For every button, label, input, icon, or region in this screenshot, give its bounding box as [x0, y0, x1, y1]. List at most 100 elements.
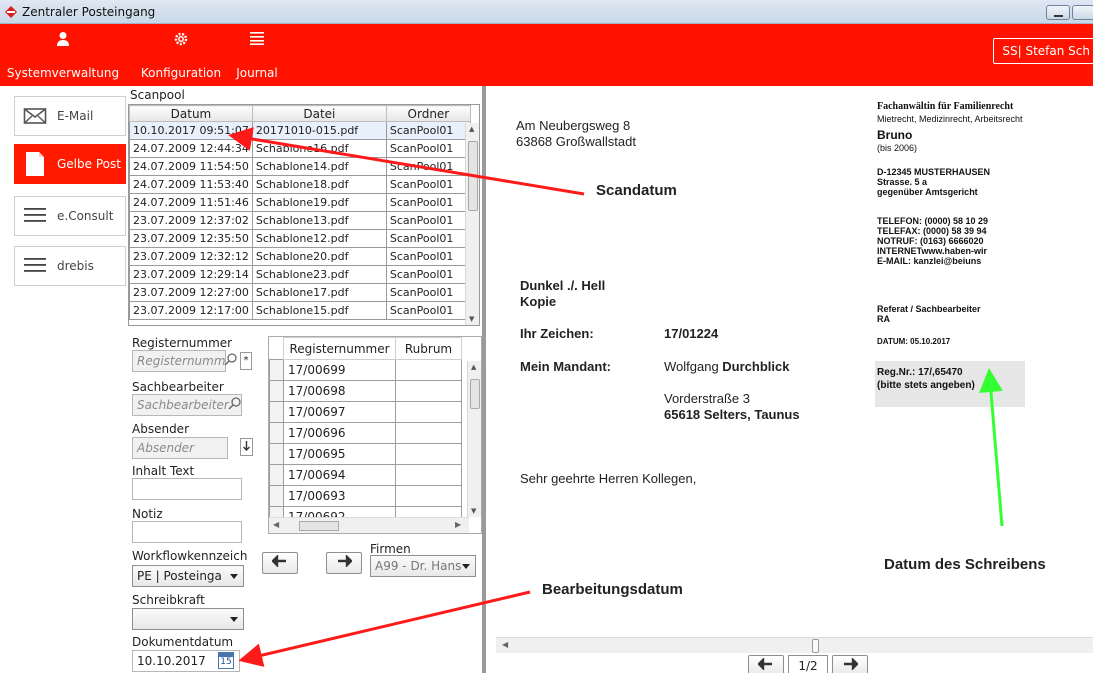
nav-item-gelbe-post[interactable]: Gelbe Post [14, 144, 126, 184]
scrollbar-thumb[interactable] [468, 141, 478, 211]
workflow-select[interactable]: PE | Posteinga [132, 565, 244, 587]
schreibkraft-select[interactable] [132, 608, 244, 630]
column-header-rubrum[interactable]: Rubrum [395, 337, 462, 360]
table-row[interactable]: 17/00698 [269, 380, 462, 402]
zeichen-label: Ihr Zeichen: [520, 326, 594, 341]
row-header-cell [269, 380, 284, 402]
previous-register-button[interactable] [262, 552, 298, 574]
register-grid: Registernummer Rubrum 17/00699 17/00698 17… [268, 336, 482, 534]
register-hscrollbar[interactable]: ◀ ▶ [269, 517, 469, 533]
next-register-button[interactable] [326, 552, 362, 574]
ribbon-label: Konfiguration [140, 66, 222, 80]
left-navigation: E-Mail Gelbe Post e.Consult drebis [0, 86, 128, 673]
table-row[interactable]: 24.07.2009 11:51:46 Schablone19.pdf ScanPo… [129, 193, 471, 212]
ribbon-label: Journal [236, 66, 278, 80]
firmen-select[interactable]: A99 - Dr. Hans [370, 555, 476, 577]
table-row[interactable]: 23.07.2009 12:37:02 Schablone13.pdf ScanPo… [129, 211, 471, 230]
annotation-scandatum: Scandatum [596, 182, 677, 199]
scanpool-scrollbar[interactable]: ▲ ▼ [465, 123, 479, 325]
cell-datei: Schablone14.pdf [251, 157, 387, 176]
table-row[interactable]: 17/00696 [269, 422, 462, 444]
table-row[interactable]: 23.07.2009 12:27:00 Schablone17.pdf ScanPo… [129, 283, 471, 302]
table-row[interactable]: 23.07.2009 12:35:50 Schablone12.pdf ScanPo… [129, 229, 471, 248]
cell-rubrum [395, 359, 462, 381]
user-button[interactable]: SS| Stefan Sch [993, 38, 1093, 64]
next-page-button[interactable] [832, 655, 868, 673]
cell-ordner: ScanPool01 [385, 175, 471, 194]
table-row[interactable]: 17/00699 [269, 359, 462, 381]
column-header-ordner[interactable]: Ordner [385, 105, 471, 122]
cell-registernummer: 17/00695 [283, 443, 396, 465]
letterhead-line: (bis 2006) [877, 143, 918, 153]
notiz-label: Notiz [132, 507, 163, 521]
notiz-input[interactable] [132, 521, 242, 543]
nav-item-email[interactable]: E-Mail [14, 96, 126, 136]
search-icon[interactable] [228, 396, 242, 413]
cell-rubrum [395, 401, 462, 423]
cell-datum: 24.07.2009 11:54:50 [129, 157, 253, 176]
cell-datum: 23.07.2009 12:27:00 [129, 283, 253, 302]
firmen-value: A99 - Dr. Hans [375, 559, 462, 573]
page-number: 1/2 [798, 659, 818, 673]
register-scrollbar[interactable]: ▲ ▼ [467, 361, 481, 517]
sachbearbeiter-input[interactable]: Sachbearbeiter [132, 394, 242, 416]
cell-rubrum [395, 380, 462, 402]
inhalt-text-input[interactable] [132, 478, 242, 500]
absender-input[interactable]: Absender [132, 437, 228, 459]
calendar-day: 15 [220, 657, 232, 667]
table-row[interactable]: 23.07.2009 12:32:12 Schablone20.pdf ScanPo… [129, 247, 471, 266]
arrow-left-icon [271, 554, 286, 568]
ribbon-journal[interactable]: Journal [232, 24, 282, 86]
copy-label: Kopie [520, 294, 557, 309]
schreibkraft-label: Schreibkraft [132, 593, 205, 607]
scrollbar-thumb[interactable] [470, 379, 480, 409]
firmen-label: Firmen [370, 542, 411, 556]
table-row[interactable]: 24.07.2009 12:44:34 Schablone16.pdf ScanPo… [129, 139, 471, 158]
maximize-button[interactable] [1072, 5, 1093, 20]
table-row[interactable]: 17/00697 [269, 401, 462, 423]
nav-item-label: drebis [57, 259, 94, 273]
mandant-lastname: Durchblick [722, 359, 790, 374]
asterisk-button[interactable]: * [240, 352, 252, 370]
cell-ordner: ScanPool01 [385, 193, 471, 212]
letterhead-line: TELEFAX: (0000) 58 39 94 [877, 226, 987, 236]
letterhead-line: Strasse. 5 a [877, 177, 928, 187]
column-header-registernummer[interactable]: Registernummer [283, 337, 396, 360]
cell-datei: Schablone17.pdf [251, 283, 387, 302]
ribbon-konfiguration[interactable]: Konfiguration [138, 24, 224, 86]
nav-item-econsult[interactable]: e.Consult [14, 196, 126, 236]
minimize-button[interactable] [1046, 5, 1070, 20]
cell-datei: Schablone16.pdf [251, 139, 387, 158]
table-row[interactable]: 10.10.2017 09:51:07 20171010-015.pdf ScanP… [129, 121, 471, 140]
table-row[interactable]: 17/00694 [269, 464, 462, 486]
search-icon[interactable] [224, 352, 238, 369]
letterhead-line: D-12345 MUSTERHAUSEN [877, 167, 991, 177]
row-header-cell [269, 485, 284, 507]
mandant-street: Vorderstraße 3 [664, 391, 750, 406]
salutation: Sehr geehrte Herren Kollegen, [520, 471, 697, 486]
envelope-icon [23, 108, 47, 124]
table-row[interactable]: 17/00693 [269, 485, 462, 507]
calendar-icon[interactable]: 15 [218, 652, 234, 669]
column-header-datum[interactable]: Datum [129, 105, 253, 122]
cell-datum: 24.07.2009 11:51:46 [129, 193, 253, 212]
table-row[interactable]: 23.07.2009 12:29:14 Schablone23.pdf ScanPo… [129, 265, 471, 284]
previous-page-button[interactable] [748, 655, 784, 673]
letterhead-line: RA [877, 314, 890, 324]
table-row[interactable]: 24.07.2009 11:54:50 Schablone14.pdf ScanPo… [129, 157, 471, 176]
absender-dropdown-button[interactable] [240, 438, 253, 456]
column-header-datei[interactable]: Datei [251, 105, 387, 122]
cell-registernummer: 17/00696 [283, 422, 396, 444]
ribbon-systemverwaltung[interactable]: Systemverwaltung [4, 24, 122, 86]
sachbearbeiter-label: Sachbearbeiter [132, 380, 224, 394]
row-header-cell [269, 422, 284, 444]
cell-registernummer: 17/00694 [283, 464, 396, 486]
table-row[interactable]: 17/00695 [269, 443, 462, 465]
gear-icon [174, 32, 188, 46]
registernummer-input[interactable]: Registernumm [132, 350, 226, 372]
table-row[interactable]: 23.07.2009 12:17:00 Schablone15.pdf ScanPo… [129, 301, 471, 320]
recipient-address-line1: Am Neubergsweg 8 [516, 118, 631, 133]
nav-item-drebis[interactable]: drebis [14, 246, 126, 286]
table-row[interactable]: 24.07.2009 11:53:40 Schablone18.pdf ScanPo… [129, 175, 471, 194]
viewer-hscrollbar[interactable]: ◀ [496, 637, 1093, 653]
